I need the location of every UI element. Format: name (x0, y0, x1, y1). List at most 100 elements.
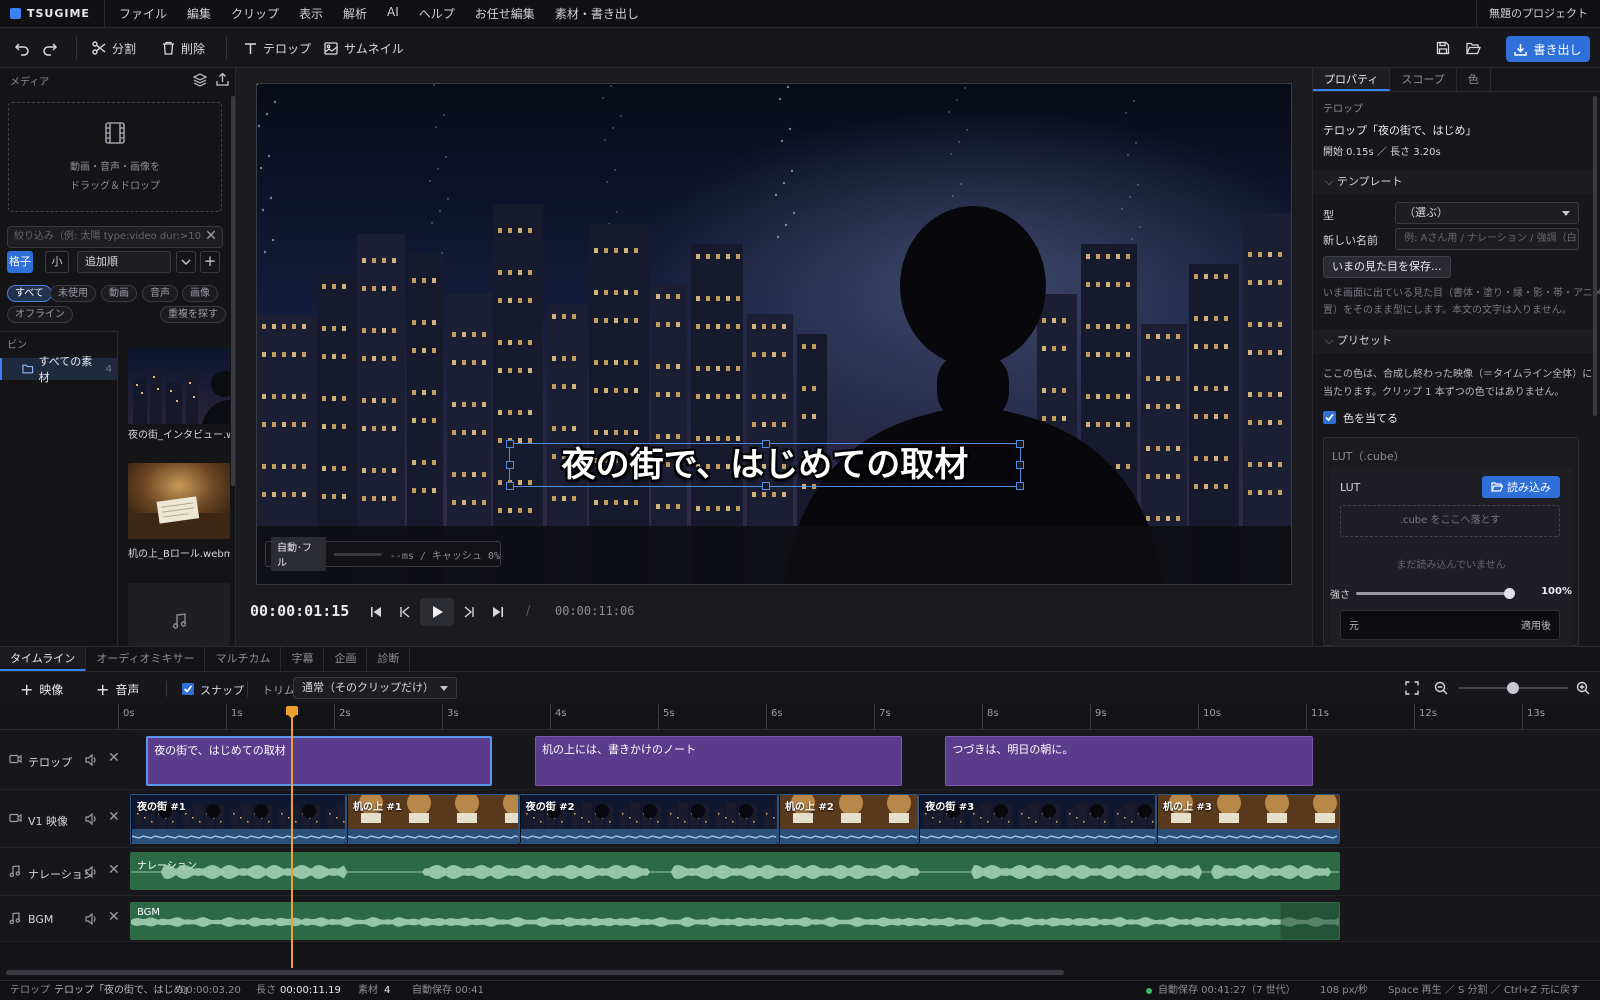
audio-clip-bgm[interactable]: BGM (130, 902, 1340, 940)
properties-scrollbar[interactable] (1593, 96, 1597, 416)
tab-planning[interactable]: 企画 (324, 647, 368, 671)
zoom-slider-knob[interactable] (1507, 682, 1519, 694)
template-type-select[interactable]: （選ぶ） (1395, 202, 1579, 224)
speaker-icon[interactable] (85, 913, 98, 925)
bin-all-items[interactable]: すべての素材 4 (0, 355, 117, 384)
menu-edit[interactable]: 編集 (187, 5, 211, 22)
find-duplicates-button[interactable]: 重複を探す (160, 306, 226, 323)
new-name-input[interactable]: 例: Aさん用 / ナレーション / 強調（白 (1395, 228, 1579, 250)
telop-clip[interactable]: つづきは、明日の朝に。 (945, 736, 1313, 786)
telop-button[interactable]: テロップ (244, 36, 311, 60)
open-button[interactable] (1466, 36, 1481, 60)
media-thumb-audio[interactable] (128, 583, 230, 646)
filter-unused[interactable]: 未使用 (50, 285, 96, 302)
media-scrollbar[interactable] (231, 96, 235, 486)
skip-end-icon[interactable] (492, 606, 504, 618)
menu-ai[interactable]: AI (387, 5, 399, 22)
tab-diagnostics[interactable]: 診断 (367, 647, 411, 671)
tab-properties[interactable]: プロパティ (1313, 68, 1391, 91)
fit-timeline-icon[interactable] (1405, 681, 1419, 695)
media-drop-zone[interactable]: 動画・音声・画像を ドラッグ＆ドロップ (8, 102, 222, 212)
track-row-bgm[interactable]: BGM (130, 896, 1600, 942)
remove-track-icon[interactable]: ✕ (108, 909, 120, 925)
preset-section-header[interactable]: ⌵ プリセット (1313, 329, 1593, 353)
save-button[interactable] (1436, 36, 1450, 60)
thumbnail-button[interactable]: サムネイル (324, 36, 404, 60)
telop-clip[interactable]: 夜の街で、はじめての取材 (146, 736, 492, 786)
strength-slider-knob[interactable] (1504, 588, 1515, 599)
filter-image[interactable]: 画像 (182, 285, 218, 302)
video-clip[interactable]: 机の上 #3 (1156, 794, 1340, 844)
add-audio-track-button[interactable]: + 音声 (96, 680, 139, 699)
telop-clip[interactable]: 机の上には、書きかけのノート (535, 736, 903, 786)
clear-search-icon[interactable]: ✕ (203, 229, 219, 245)
filter-audio[interactable]: 音声 (142, 285, 178, 302)
playhead[interactable] (286, 704, 298, 968)
zoom-in-icon[interactable] (1576, 681, 1590, 695)
menu-auto-edit[interactable]: お任せ編集 (475, 5, 535, 22)
layers-icon[interactable] (193, 73, 207, 87)
zoom-slider-track[interactable] (1458, 682, 1568, 694)
skip-start-icon[interactable] (370, 606, 382, 618)
sort-select[interactable]: 追加順 (77, 251, 171, 273)
video-clip[interactable]: 夜の街 #2 (518, 794, 778, 844)
media-search-input[interactable]: 絞り込み（例: 太陽 type:video dur:>10 (7, 226, 223, 248)
preview-canvas[interactable]: 夜の街で、はじめての取材 自動･フル --ms / キャッシュ 0% (256, 83, 1292, 585)
filter-offline[interactable]: オフライン (7, 306, 73, 323)
tab-color[interactable]: 色 (1457, 68, 1491, 91)
step-forward-icon[interactable] (463, 606, 475, 618)
video-clip[interactable]: 夜の街 #1 (130, 794, 346, 844)
export-button[interactable]: 書き出し (1506, 36, 1590, 62)
current-timecode[interactable]: 00:00:01:15 (250, 602, 349, 620)
sort-dropdown-button[interactable] (176, 251, 196, 273)
menu-view[interactable]: 表示 (299, 5, 323, 22)
menu-clip[interactable]: クリップ (231, 5, 279, 22)
step-back-icon[interactable] (399, 606, 411, 618)
menu-analyze[interactable]: 解析 (343, 5, 367, 22)
remove-track-icon[interactable]: ✕ (108, 750, 120, 766)
tab-multicam[interactable]: マルチカム (205, 647, 282, 671)
audio-clip-narration[interactable]: ナレーション (130, 852, 1340, 890)
tab-subtitles[interactable]: 字幕 (281, 647, 325, 671)
lut-drop-zone[interactable]: .cube をここへ落とす (1340, 505, 1560, 537)
template-section-header[interactable]: ⌵ テンプレート (1313, 170, 1593, 194)
redo-button[interactable] (42, 36, 58, 60)
media-thumb-desk[interactable] (128, 463, 230, 539)
zoom-out-icon[interactable] (1434, 681, 1448, 695)
play-button[interactable] (420, 598, 454, 626)
strength-slider-track[interactable] (1356, 588, 1515, 599)
menu-assets-export[interactable]: 素材・書き出し (555, 5, 639, 22)
speaker-icon[interactable] (85, 866, 98, 878)
filter-all[interactable]: すべて (7, 285, 52, 302)
track-row-narration[interactable]: ナレーション (130, 848, 1600, 896)
tab-scopes[interactable]: スコープ (1390, 68, 1457, 91)
speaker-icon[interactable] (85, 813, 98, 825)
split-button[interactable]: 分割 (92, 36, 136, 60)
menu-file[interactable]: ファイル (119, 5, 167, 22)
video-clip[interactable]: 机の上 #1 (346, 794, 519, 844)
video-clip[interactable]: 夜の街 #3 (918, 794, 1156, 844)
video-clip[interactable]: 机の上 #2 (778, 794, 919, 844)
timeline-horizontal-scrollbar[interactable] (6, 970, 1064, 975)
tab-timeline[interactable]: タイムライン (0, 647, 87, 671)
remove-track-icon[interactable]: ✕ (108, 809, 120, 825)
timeline-ruler[interactable]: 0s 1s 2s 3s 4s 5s 6s 7s 8s 9s 10s 11s 12s 13s (110, 704, 1600, 730)
project-name[interactable]: 無題のプロジェクト (1476, 0, 1600, 28)
size-small-button[interactable]: 小 (45, 251, 69, 273)
media-thumb-city[interactable] (128, 348, 230, 424)
undo-button[interactable] (14, 36, 30, 60)
grid-view-button[interactable]: 格子 (7, 251, 33, 273)
lut-load-button[interactable]: 読み込み (1482, 476, 1560, 498)
remove-track-icon[interactable]: ✕ (108, 862, 120, 878)
track-row-video[interactable]: 夜の街 #1 机の上 #1 夜の街 #2 机の上 #2 夜の街 #3 机の上 #3 (130, 790, 1600, 848)
track-row-telop[interactable]: 夜の街で、はじめての取材 机の上には、書きかけのノート つづきは、明日の朝に。 (130, 730, 1600, 790)
snap-checkbox[interactable] (182, 683, 194, 695)
filter-video[interactable]: 動画 (101, 285, 137, 302)
tab-audio-mixer[interactable]: オーディオミキサー (86, 647, 206, 671)
import-icon[interactable] (216, 72, 229, 86)
menu-help[interactable]: ヘルプ (419, 5, 455, 22)
preview-mode-button[interactable]: 自動･フル (271, 537, 326, 571)
delete-button[interactable]: 削除 (162, 36, 205, 60)
apply-color-checkbox[interactable] (1323, 411, 1336, 424)
save-look-button[interactable]: いまの見た目を保存... (1323, 256, 1451, 278)
